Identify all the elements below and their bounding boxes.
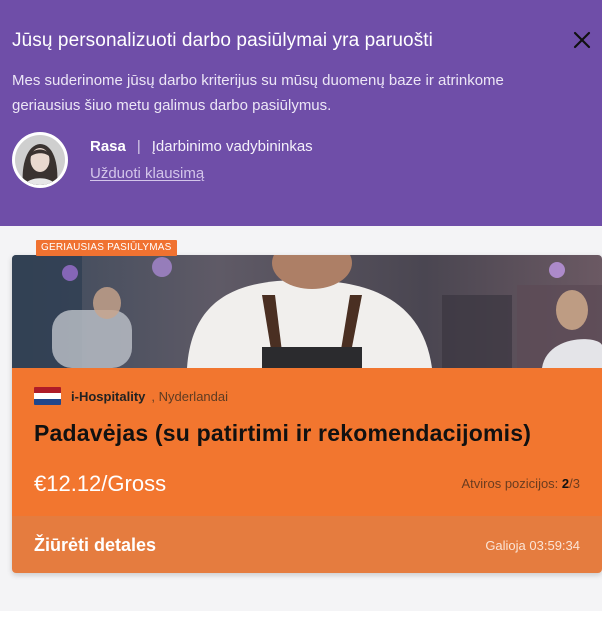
header-description: Mes suderinome jūsų darbo kriterijus su … bbox=[12, 72, 504, 114]
best-offer-badge: GERIAUSIAS PASIŪLYMAS bbox=[36, 240, 177, 256]
netherlands-flag-icon bbox=[34, 387, 61, 405]
job-title: Padavėjas (su patirtimi ir rekomendacijo… bbox=[34, 420, 532, 446]
header-title: Jūsų personalizuoti darbo pasiūlymai yra… bbox=[12, 30, 434, 51]
job-offer-card[interactable]: i-Hospitality , Nyderlandai Padavėjas (s… bbox=[12, 255, 602, 573]
ask-question-link[interactable]: Užduoti klausimą bbox=[90, 165, 204, 182]
agent-info: Rasa | Įdarbinimo vadybininkas bbox=[90, 138, 313, 155]
job-salary: €12.12/Gross bbox=[34, 471, 167, 496]
company-location: , Nyderlandai bbox=[151, 388, 229, 404]
agent-separator: | bbox=[136, 138, 141, 155]
agent-role: Įdarbinimo vadybininkas bbox=[151, 138, 313, 155]
agent-avatar bbox=[12, 132, 68, 188]
job-card-body: i-Hospitality , Nyderlandai Padavėjas (s… bbox=[12, 368, 602, 516]
positions-label: Atviros pozicijos: bbox=[461, 476, 559, 491]
job-card-footer: Žiūrėti detales Galioja 03:59:34 bbox=[12, 516, 602, 573]
job-photo bbox=[12, 255, 602, 368]
offers-header: Jūsų personalizuoti darbo pasiūlymai yra… bbox=[0, 0, 602, 226]
close-button[interactable] bbox=[568, 26, 596, 54]
positions-total: /3 bbox=[569, 476, 580, 491]
offer-validity-timer: Galioja 03:59:34 bbox=[485, 538, 580, 553]
close-icon bbox=[573, 31, 591, 49]
view-details-button[interactable]: Žiūrėti detales bbox=[34, 535, 156, 556]
company-name: i-Hospitality bbox=[71, 388, 146, 404]
open-positions: Atviros pozicijos: 2/3 bbox=[461, 476, 580, 491]
agent-name: Rasa bbox=[90, 138, 126, 155]
company-row: i-Hospitality , Nyderlandai bbox=[34, 387, 228, 405]
